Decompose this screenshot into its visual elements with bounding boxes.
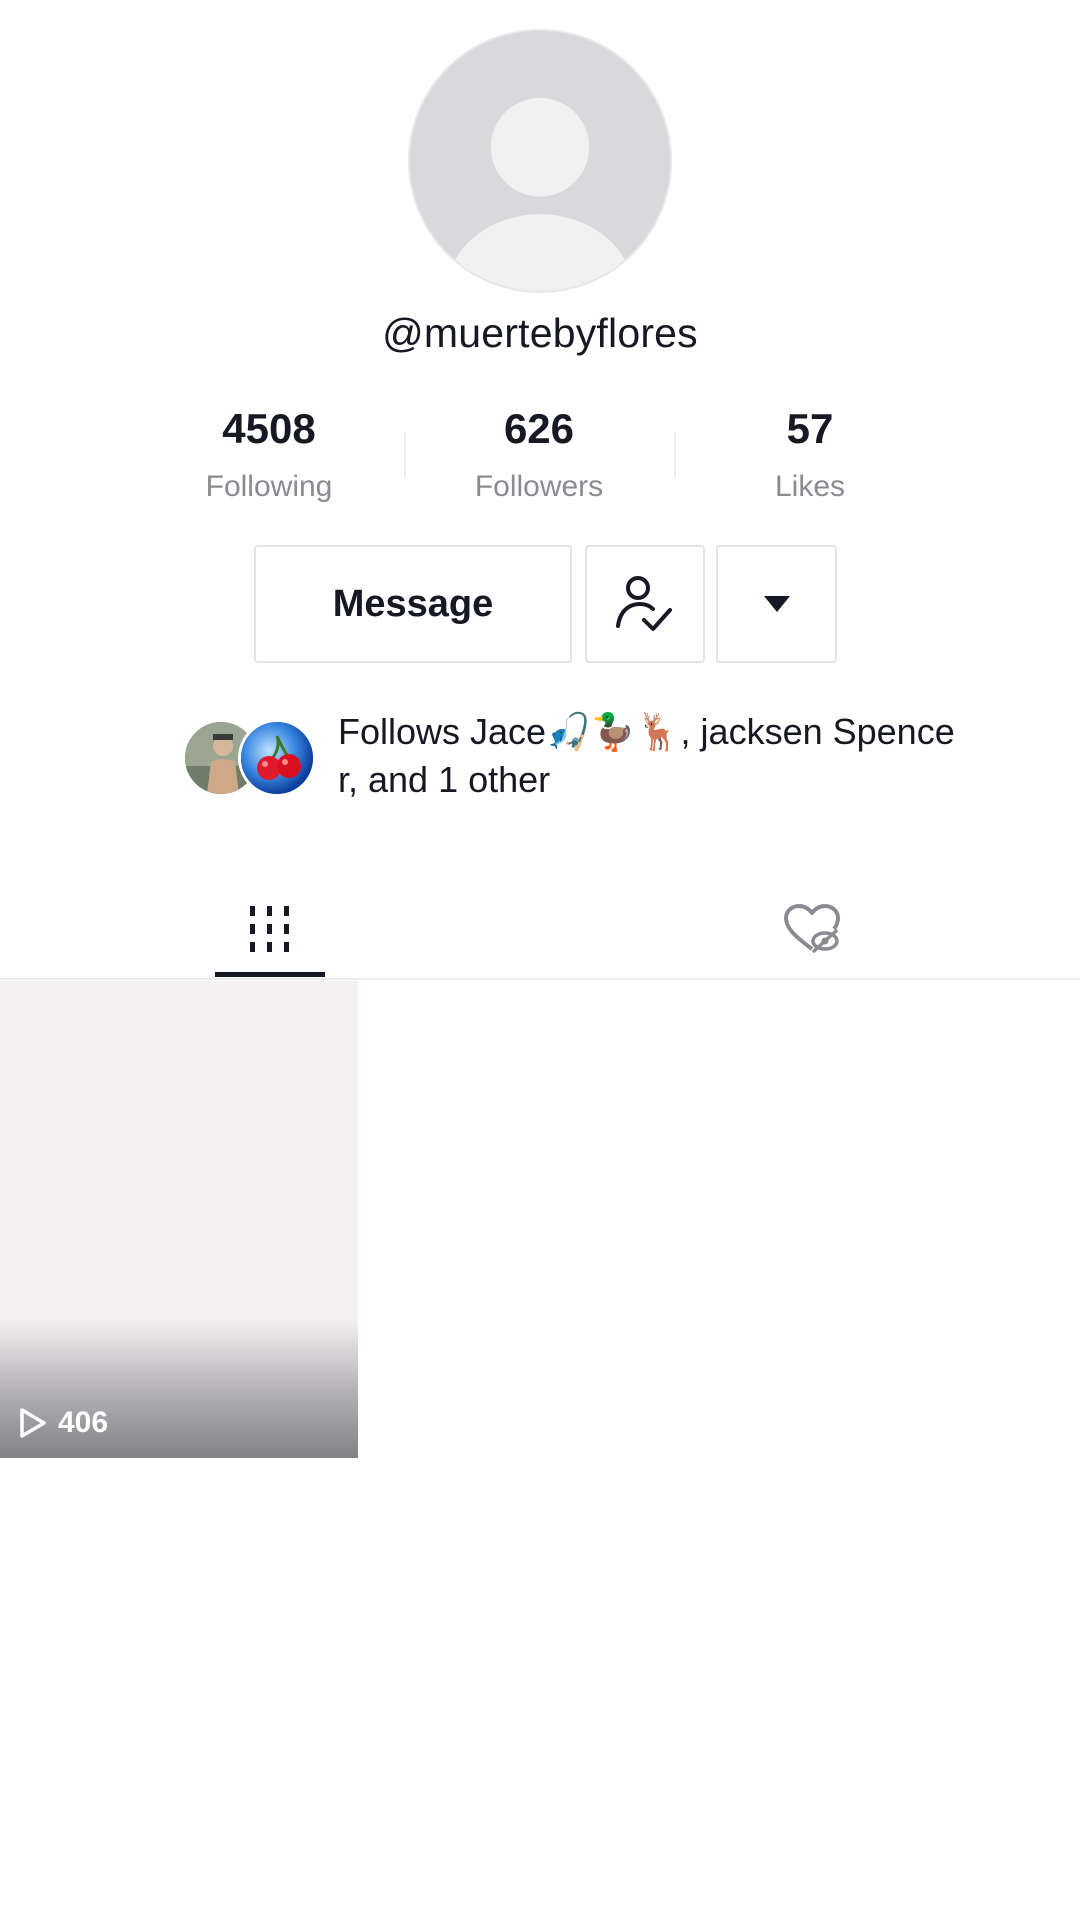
stat-divider xyxy=(404,432,406,478)
following-stat[interactable]: 4508 Following xyxy=(169,400,369,516)
default-avatar-icon xyxy=(410,31,670,291)
following-label: Following xyxy=(205,470,333,503)
profile-tabs xyxy=(0,880,1080,980)
likes-count: 57 xyxy=(786,405,834,452)
likes-label: Likes xyxy=(774,470,846,503)
tab-liked-videos[interactable] xyxy=(732,880,892,978)
video-thumbnail[interactable]: 406 xyxy=(0,981,358,1458)
follows-prefix: Follows xyxy=(338,711,471,752)
stat-divider xyxy=(674,432,676,478)
hidden-heart-icon xyxy=(784,904,840,953)
likes-stat[interactable]: 57 Likes xyxy=(710,400,910,516)
profile-page: @muertebyflores 4508 Following 626 Follo… xyxy=(0,0,1080,1920)
mutual-follows-text[interactable]: Follows Jace🎣🦆🦌, jacksen Spencer, and 1 … xyxy=(338,708,958,804)
mutual-avatar[interactable] xyxy=(238,719,316,797)
play-count-value: 406 xyxy=(58,1406,109,1439)
followers-count: 626 xyxy=(503,405,575,452)
cherry-globe-icon xyxy=(241,722,313,794)
followers-label: Followers xyxy=(474,470,604,503)
grid-icon xyxy=(250,906,289,952)
followers-stat[interactable]: 626 Followers xyxy=(439,400,639,516)
username: @muertebyflores xyxy=(382,310,698,356)
message-button[interactable]: Message xyxy=(254,545,572,663)
play-icon xyxy=(20,1408,46,1438)
following-status-button[interactable] xyxy=(585,545,705,663)
active-tab-indicator xyxy=(215,972,325,977)
stats-row: 4508 Following 626 Followers 57 Likes xyxy=(0,400,1080,510)
profile-avatar[interactable] xyxy=(408,29,672,293)
more-options-button[interactable] xyxy=(716,545,837,663)
tab-videos[interactable] xyxy=(190,880,350,978)
user-check-icon xyxy=(616,576,672,631)
caret-down-icon xyxy=(763,596,790,612)
play-count: 406 xyxy=(18,1406,108,1440)
following-count: 4508 xyxy=(222,405,316,452)
